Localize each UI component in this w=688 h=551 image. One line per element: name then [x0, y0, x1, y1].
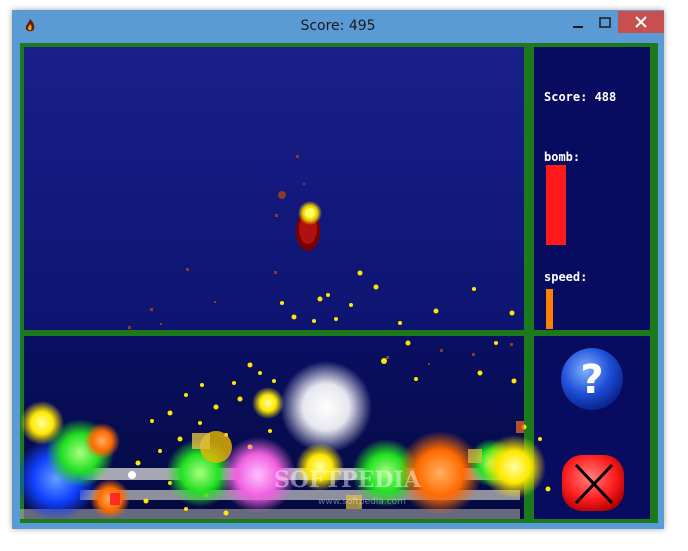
quit-button[interactable] — [562, 455, 624, 511]
red-spark — [110, 493, 120, 505]
game-client-area: SOFTPEDIA www.softpedia.com Score: 488 b… — [20, 43, 658, 523]
hud-speed-label: speed: — [544, 270, 587, 284]
maximize-icon[interactable] — [592, 13, 618, 35]
gold-block — [468, 449, 482, 463]
help-button[interactable]: ? — [561, 348, 623, 410]
hud-bomb-label: bomb: — [544, 150, 580, 164]
title-bar[interactable]: Score: 495 — [12, 10, 664, 43]
orange-firework — [84, 423, 120, 459]
white-spark — [128, 471, 136, 479]
watermark-brand: SOFTPEDIA — [274, 467, 422, 493]
yellow-firework — [482, 435, 546, 499]
bomb-meter-bar — [546, 165, 566, 245]
svg-text:?: ? — [580, 357, 603, 403]
white-firework — [280, 361, 372, 453]
hud-score-label: Score: 488 — [544, 90, 616, 104]
speed-meter-bar — [546, 289, 553, 329]
sky-area[interactable] — [24, 47, 524, 330]
game-canvas[interactable]: SOFTPEDIA www.softpedia.com Score: 488 b… — [20, 43, 658, 523]
close-icon[interactable] — [618, 11, 664, 33]
gold-block — [192, 433, 210, 449]
yellow-firework — [252, 387, 284, 419]
minimize-icon[interactable] — [565, 13, 591, 35]
game-window: Score: 495 SOFTPEDIA www.softpedia.com S… — [12, 10, 664, 529]
watermark-url: www.softpedia.com — [318, 497, 406, 507]
ember-block — [516, 421, 524, 433]
